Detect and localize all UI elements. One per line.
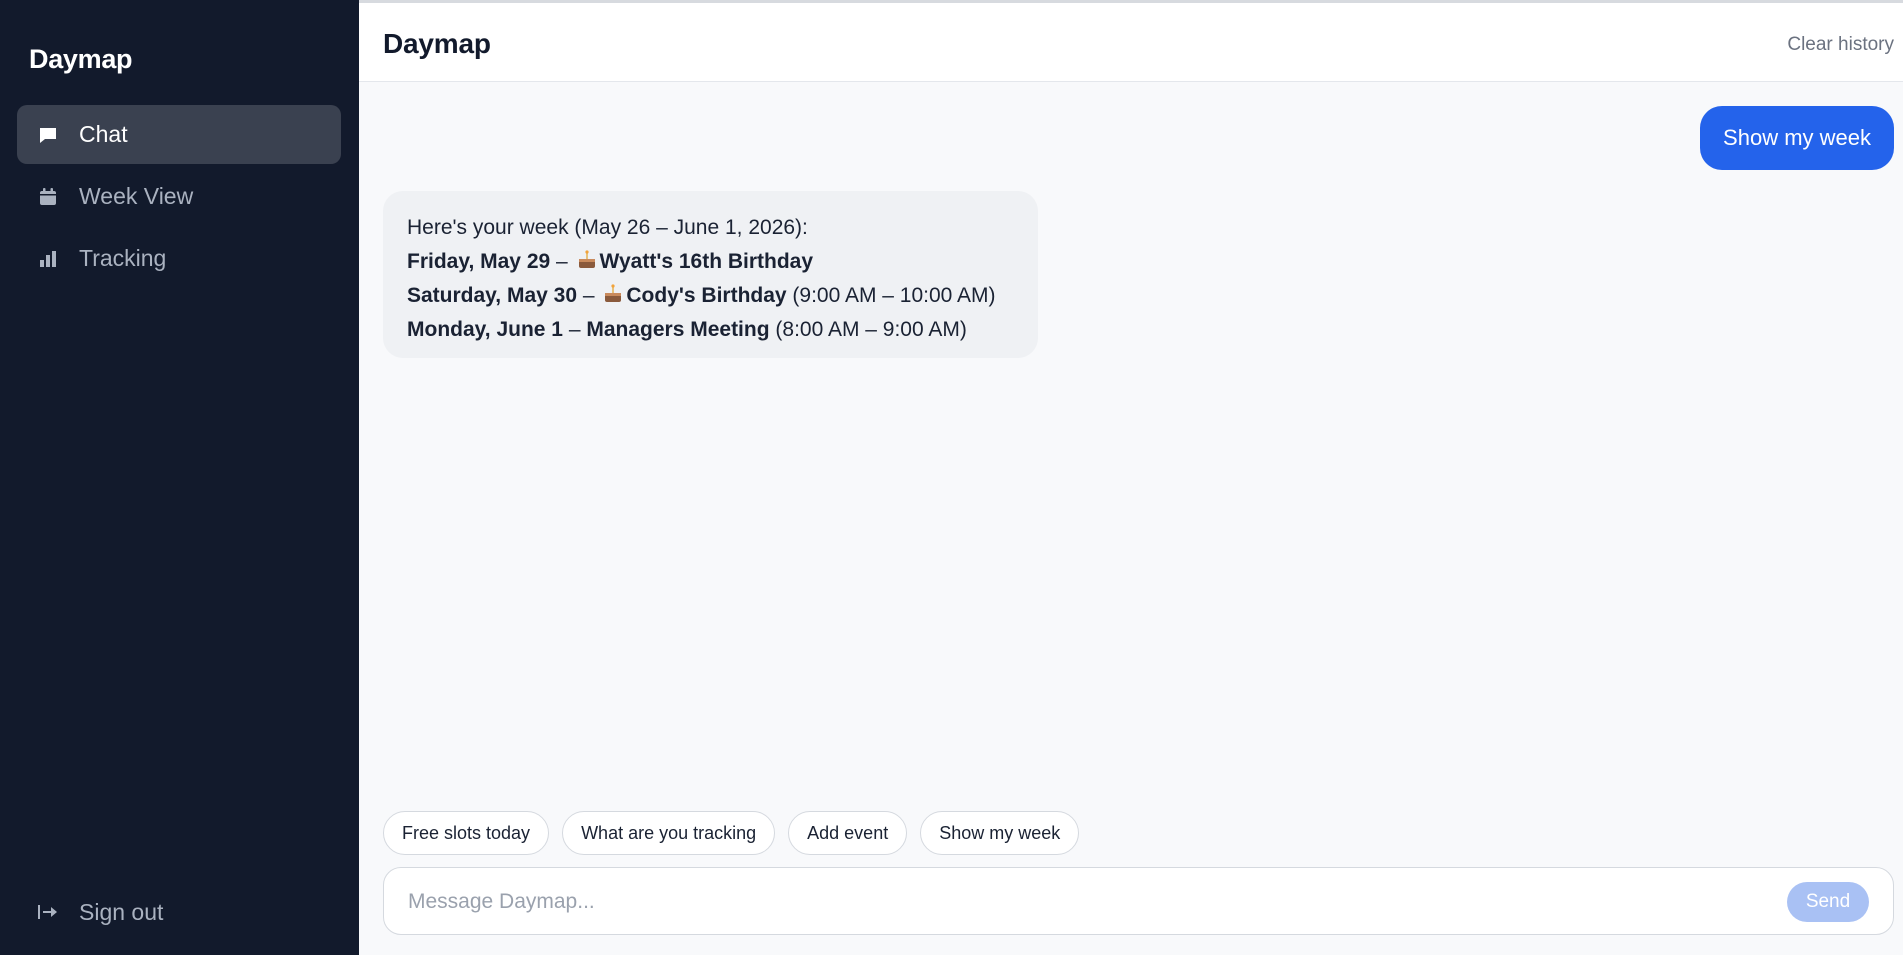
chat-bubble-icon — [37, 124, 59, 146]
sign-out-label: Sign out — [79, 898, 164, 925]
suggestion-chip-tracking[interactable]: What are you tracking — [562, 811, 776, 855]
sidebar-item-label: Tracking — [79, 245, 167, 271]
suggestion-chip-free-slots[interactable]: Free slots today — [383, 811, 550, 855]
event-day: Friday, May 29 — [407, 250, 551, 273]
assistant-message: Here's your week (May 26 – June 1, 2026)… — [383, 191, 1038, 358]
sidebar: Daymap Chat Week View Tracking Sign out — [0, 0, 359, 955]
event-separator: – — [577, 284, 601, 307]
event-day: Saturday, May 30 — [407, 284, 578, 307]
event-line: Saturday, May 30 – Cody's Birthday (9:00… — [407, 279, 1014, 313]
suggestion-chips: Free slots today What are you tracking A… — [383, 811, 1080, 855]
chat-header: Daymap Clear history — [359, 3, 1903, 82]
app-root: Daymap Chat Week View Tracking Sign out — [0, 0, 1903, 955]
assistant-intro: Here's your week (May 26 – June 1, 2026)… — [407, 216, 808, 239]
event-line: Monday, June 1 – Managers Meeting (8:00 … — [407, 313, 1014, 347]
sidebar-item-week-view[interactable]: Week View — [17, 167, 341, 226]
event-separator: – — [562, 318, 587, 341]
calendar-icon — [37, 186, 59, 208]
cake-icon — [605, 284, 622, 302]
sign-out-button[interactable]: Sign out — [17, 886, 341, 938]
sidebar-item-tracking[interactable]: Tracking — [17, 229, 341, 288]
event-title: Wyatt's 16th Birthday — [599, 250, 814, 273]
event-separator: – — [550, 250, 574, 273]
bar-chart-icon — [37, 248, 59, 270]
clear-history-button[interactable]: Clear history — [1787, 34, 1894, 56]
sidebar-item-label: Chat — [79, 121, 128, 147]
send-button[interactable]: Send — [1787, 882, 1869, 922]
event-time: (8:00 AM – 9:00 AM) — [769, 318, 967, 341]
suggestion-chip-add-event[interactable]: Add event — [788, 811, 908, 855]
sidebar-item-label: Week View — [79, 183, 194, 209]
brand-logo-text: Daymap — [29, 44, 133, 74]
message-composer: Send — [383, 867, 1894, 935]
chat-main: Daymap Clear history Show my week Here's… — [359, 0, 1903, 955]
event-day: Monday, June 1 — [407, 318, 563, 341]
cake-icon — [578, 250, 595, 268]
event-line: Friday, May 29 – Wyatt's 16th Birthday — [407, 245, 1014, 279]
sign-out-icon — [37, 901, 59, 923]
sidebar-item-chat[interactable]: Chat — [17, 105, 341, 164]
page-title: Daymap — [383, 28, 491, 59]
message-input[interactable] — [408, 887, 1728, 917]
event-time: (9:00 AM – 10:00 AM) — [786, 284, 996, 307]
event-title: Managers Meeting — [586, 318, 770, 341]
user-message: Show my week — [1700, 106, 1894, 170]
suggestion-chip-show-week[interactable]: Show my week — [920, 811, 1080, 855]
event-title: Cody's Birthday — [626, 284, 787, 307]
